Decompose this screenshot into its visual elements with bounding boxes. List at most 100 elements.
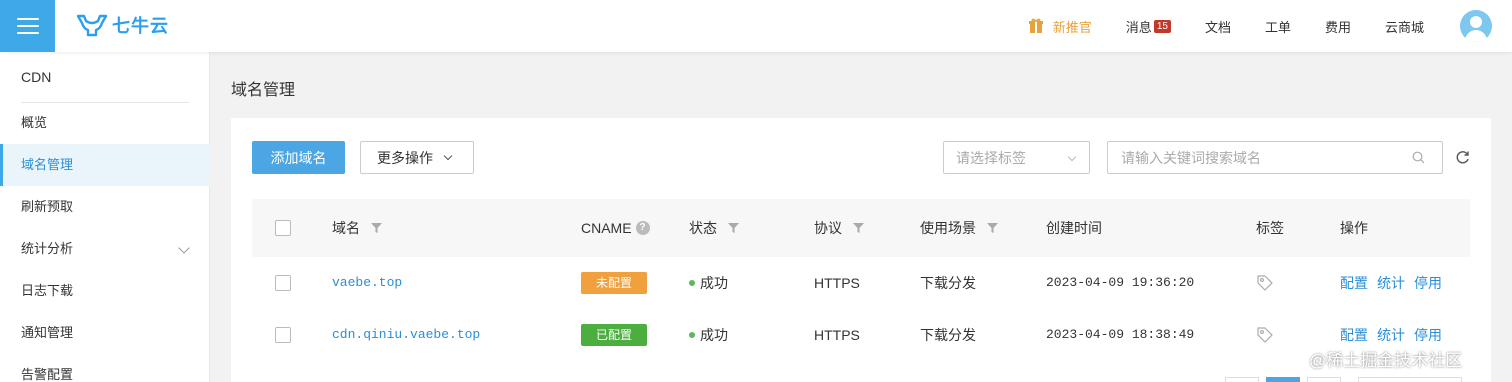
help-icon[interactable]: ? bbox=[635, 221, 650, 235]
column-label: 使用场景 bbox=[920, 220, 976, 236]
configure-link[interactable]: 配置 bbox=[1340, 257, 1368, 309]
qiniu-logo[interactable]: 七牛云 bbox=[76, 12, 169, 38]
scene-cell: 下载分发 bbox=[920, 327, 976, 343]
filter-icon[interactable] bbox=[987, 223, 998, 233]
sidebar-item-notifications[interactable]: 通知管理 bbox=[0, 312, 210, 354]
select-all-checkbox[interactable] bbox=[275, 220, 291, 236]
column-header-tags: 标签 bbox=[1256, 199, 1284, 257]
nav-label: 消息 bbox=[1125, 19, 1152, 35]
hamburger-menu-button[interactable] bbox=[0, 0, 55, 52]
table-row: cdn.qiniu.vaebe.top 已配置 成功 HTTPS 下载分发 20… bbox=[252, 309, 1470, 361]
message-count-badge: 15 bbox=[1153, 19, 1171, 33]
more-actions-dropdown[interactable]: 更多操作 bbox=[360, 141, 474, 174]
column-header-domain: 域名 bbox=[332, 199, 382, 257]
pagination-prev-button[interactable] bbox=[1225, 377, 1259, 382]
add-domain-button[interactable]: 添加域名 bbox=[252, 141, 345, 174]
sidebar-item-overview[interactable]: 概览 bbox=[0, 102, 210, 144]
avatar[interactable] bbox=[1460, 10, 1492, 42]
more-actions-label: 更多操作 bbox=[377, 149, 433, 166]
tag-select-placeholder: 请选择标签 bbox=[956, 149, 1026, 166]
status-dot bbox=[689, 332, 695, 339]
qiniu-logo-icon bbox=[76, 14, 108, 37]
status-dot bbox=[689, 280, 695, 287]
page-size-select[interactable] bbox=[1358, 377, 1462, 382]
sidebar-item-label: 日志下载 bbox=[21, 283, 74, 298]
nav-new-promo[interactable]: 新推官 bbox=[1028, 17, 1092, 36]
filter-icon[interactable] bbox=[853, 223, 864, 233]
column-label: 标签 bbox=[1256, 220, 1284, 236]
column-header-cname: CNAME ? bbox=[581, 199, 650, 257]
sidebar-item-log-download[interactable]: 日志下载 bbox=[0, 270, 210, 312]
protocol-cell: HTTPS bbox=[814, 327, 860, 343]
chevron-down-icon bbox=[1067, 152, 1077, 162]
row-checkbox[interactable] bbox=[275, 275, 291, 291]
gift-icon bbox=[1028, 18, 1043, 33]
pagination-page-button[interactable] bbox=[1266, 377, 1300, 382]
nav-messages[interactable]: 消息 15 bbox=[1126, 17, 1171, 36]
search-icon[interactable] bbox=[1412, 151, 1425, 164]
nav-tickets[interactable]: 工单 bbox=[1265, 17, 1291, 36]
domain-link[interactable]: vaebe.top bbox=[332, 257, 402, 309]
nav-label: 文档 bbox=[1204, 19, 1231, 35]
sidebar: CDN 概览 域名管理 刷新预取 统计分析 日志下载 通知管理 告警配置 bbox=[0, 52, 210, 382]
protocol-cell: HTTPS bbox=[814, 275, 860, 291]
cname-status-badge: 未配置 bbox=[581, 272, 648, 294]
chevron-down-icon bbox=[178, 242, 190, 254]
column-header-actions: 操作 bbox=[1340, 199, 1368, 257]
chevron-down-icon bbox=[443, 151, 453, 160]
sidebar-item-refresh-prefetch[interactable]: 刷新预取 bbox=[0, 186, 210, 228]
column-header-status: 状态 bbox=[689, 199, 739, 257]
column-label: CNAME bbox=[581, 220, 632, 236]
column-header-protocol: 协议 bbox=[814, 199, 864, 257]
column-label: 状态 bbox=[689, 220, 717, 236]
scene-cell: 下载分发 bbox=[920, 275, 976, 291]
column-label: 协议 bbox=[814, 220, 842, 236]
table-row: vaebe.top 未配置 成功 HTTPS 下载分发 2023-04-09 1… bbox=[252, 257, 1470, 309]
sidebar-item-label: 通知管理 bbox=[21, 325, 74, 340]
nav-billing[interactable]: 费用 bbox=[1325, 17, 1351, 36]
status-text: 成功 bbox=[700, 275, 728, 291]
watermark: @稀土掘金技术社区 bbox=[1309, 351, 1463, 370]
column-header-created: 创建时间 bbox=[1046, 199, 1102, 257]
tag-icon[interactable] bbox=[1256, 326, 1274, 344]
created-time-cell: 2023-04-09 19:36:20 bbox=[1046, 275, 1195, 290]
filter-icon[interactable] bbox=[728, 223, 739, 233]
domain-link[interactable]: cdn.qiniu.vaebe.top bbox=[332, 309, 480, 361]
logo-text: 七牛云 bbox=[112, 16, 169, 36]
nav-label: 云商城 bbox=[1384, 19, 1424, 35]
sidebar-item-label: 概览 bbox=[21, 115, 48, 130]
nav-label: 新推官 bbox=[1052, 19, 1092, 35]
page-title: 域名管理 bbox=[231, 82, 296, 99]
tag-icon[interactable] bbox=[1256, 274, 1274, 292]
nav-marketplace[interactable]: 云商城 bbox=[1385, 17, 1424, 36]
top-bar: 七牛云 新推官 消息 15 文档 工单 费用 云商城 bbox=[0, 0, 1512, 52]
statistics-link[interactable]: 统计 bbox=[1377, 257, 1405, 309]
row-actions: 配置 统计 停用 bbox=[1340, 257, 1442, 309]
nav-docs[interactable]: 文档 bbox=[1205, 17, 1231, 36]
created-time-cell: 2023-04-09 18:38:49 bbox=[1046, 327, 1195, 342]
tag-select[interactable]: 请选择标签 bbox=[943, 141, 1090, 174]
disable-link[interactable]: 停用 bbox=[1414, 257, 1442, 309]
column-header-scene: 使用场景 bbox=[920, 199, 998, 257]
sidebar-item-statistics[interactable]: 统计分析 bbox=[0, 228, 210, 270]
status-cell: 成功 bbox=[689, 257, 728, 309]
status-text: 成功 bbox=[700, 327, 728, 343]
top-nav: 新推官 消息 15 文档 工单 费用 云商城 bbox=[995, 0, 1512, 52]
nav-label: 工单 bbox=[1264, 19, 1291, 35]
row-checkbox[interactable] bbox=[275, 327, 291, 343]
sidebar-item-label: 统计分析 bbox=[21, 241, 74, 256]
column-label: 域名 bbox=[332, 220, 360, 236]
cname-status-badge: 已配置 bbox=[581, 324, 648, 346]
sidebar-item-label: 告警配置 bbox=[21, 367, 74, 382]
sidebar-item-domain-management[interactable]: 域名管理 bbox=[0, 144, 210, 186]
refresh-icon[interactable] bbox=[1455, 150, 1470, 165]
pagination-next-button[interactable] bbox=[1307, 377, 1341, 382]
table-header: 域名 CNAME ? 状态 协议 使用场景 创建时间 标签 操作 bbox=[252, 199, 1470, 257]
nav-label: 费用 bbox=[1324, 19, 1351, 35]
column-label: 创建时间 bbox=[1046, 220, 1102, 236]
filter-icon[interactable] bbox=[371, 223, 382, 233]
sidebar-item-label: 刷新预取 bbox=[21, 199, 74, 214]
sidebar-item-alerts[interactable]: 告警配置 bbox=[0, 354, 210, 382]
search-input[interactable] bbox=[1107, 141, 1443, 174]
column-label: 操作 bbox=[1340, 220, 1368, 236]
